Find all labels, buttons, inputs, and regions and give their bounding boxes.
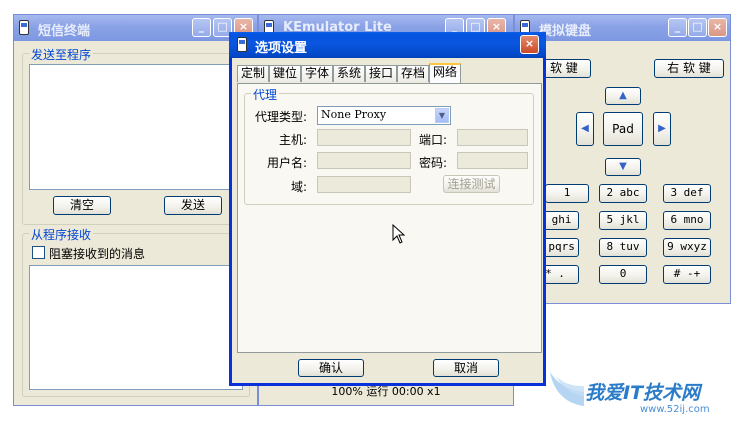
key-hash[interactable]: # -+: [663, 265, 711, 284]
network-panel: 代理 代理类型: None Proxy ▼ 主机: 端口: 用户名: 密码: 域…: [237, 83, 542, 353]
dpad-down-icon[interactable]: ▼: [605, 158, 641, 176]
sms-window-title: 短信终端: [38, 24, 91, 39]
sms-titlebar[interactable]: 短信终端 _ □ ×: [14, 15, 257, 41]
key-6[interactable]: 6 mno: [663, 211, 711, 230]
keyboard-window-title: 模拟键盘: [539, 24, 592, 39]
proxy-group-label: 代理: [251, 86, 280, 103]
key-2[interactable]: 2 abc: [599, 184, 647, 203]
keyboard-minimize-icon[interactable]: _: [668, 18, 687, 37]
proxy-type-select[interactable]: None Proxy ▼: [317, 106, 451, 125]
dpad-up-icon[interactable]: ▲: [605, 87, 641, 105]
send-button[interactable]: 发送: [164, 196, 222, 215]
dpad-center-button[interactable]: Pad: [603, 112, 643, 146]
username-label: 用户名:: [267, 156, 308, 170]
host-label: 主机:: [279, 133, 308, 147]
tab-interface[interactable]: 接口: [365, 65, 397, 82]
receive-textarea: [29, 265, 243, 390]
test-connection-button[interactable]: 连接测试: [443, 175, 500, 193]
tab-font[interactable]: 字体: [301, 65, 333, 82]
mouse-cursor-icon: [392, 224, 406, 244]
proxy-type-value: None Proxy: [321, 108, 387, 121]
host-input[interactable]: [317, 129, 411, 146]
right-soft-key[interactable]: 右 软 键: [654, 59, 724, 78]
username-input[interactable]: [317, 152, 411, 169]
watermark-url: www.52ij.com: [640, 404, 710, 415]
minimize-icon[interactable]: _: [192, 18, 211, 37]
watermark-wing-icon: [550, 372, 584, 406]
tab-network[interactable]: 网络: [429, 63, 461, 83]
password-input[interactable]: [457, 152, 528, 169]
keyboard-close-icon[interactable]: ×: [708, 18, 727, 37]
port-input[interactable]: [457, 129, 528, 146]
key-8[interactable]: 8 tuv: [599, 238, 647, 257]
proxy-group: 代理 代理类型: None Proxy ▼ 主机: 端口: 用户名: 密码: 域…: [244, 86, 534, 205]
phone-icon: [19, 20, 29, 35]
keyboard-titlebar[interactable]: 模拟键盘 _ □ ×: [515, 15, 730, 41]
options-close-icon[interactable]: ×: [520, 35, 539, 54]
domain-input[interactable]: [317, 176, 411, 193]
options-dialog-title: 选项设置: [255, 41, 308, 56]
port-label: 端口:: [419, 133, 448, 147]
send-textarea[interactable]: [29, 64, 243, 190]
keyboard-window: 模拟键盘 _ □ × 左 软 键 右 软 键 ▲ ◀ Pad ▶ ▼ 1 2 a…: [514, 14, 731, 304]
dpad-right-icon[interactable]: ▶: [653, 112, 671, 146]
receive-group: 从程序接收 阻塞接收到的消息: [22, 226, 250, 397]
domain-label: 域:: [291, 180, 308, 194]
key-5[interactable]: 5 jkl: [599, 211, 647, 230]
password-label: 密码:: [419, 156, 448, 170]
ok-button[interactable]: 确认: [298, 359, 364, 377]
tab-system[interactable]: 系统: [333, 65, 365, 82]
send-group-label: 发送至程序: [29, 46, 94, 63]
sms-terminal-window: 短信终端 _ □ × 发送至程序 清空 发送 从程序接收 阻塞接收到的消息: [13, 14, 258, 406]
options-phone-icon: [237, 37, 247, 52]
cancel-button[interactable]: 取消: [433, 359, 499, 377]
tab-keymap[interactable]: 键位: [269, 65, 301, 82]
keyboard-maximize-icon[interactable]: □: [688, 18, 707, 37]
key-0[interactable]: 0: [599, 265, 647, 284]
clear-button[interactable]: 清空: [53, 196, 111, 215]
send-group: 发送至程序 清空 发送: [22, 46, 250, 225]
key-3[interactable]: 3 def: [663, 184, 711, 203]
options-dialog: 选项设置 × 定制 键位 字体 系统 接口 存档 网络 代理 代理类型: Non…: [229, 32, 546, 386]
receive-group-label: 从程序接收: [29, 226, 94, 243]
tab-custom[interactable]: 定制: [237, 65, 269, 82]
key-9[interactable]: 9 wxyz: [663, 238, 711, 257]
dpad-left-icon[interactable]: ◀: [576, 112, 594, 146]
block-messages-label: 阻塞接收到的消息: [49, 247, 146, 261]
watermark-site-name: 我爱IT技术网: [585, 382, 701, 404]
proxy-type-label: 代理类型:: [255, 110, 308, 124]
key-1[interactable]: 1: [545, 184, 589, 203]
options-titlebar[interactable]: 选项设置 ×: [229, 32, 546, 58]
dropdown-arrow-icon[interactable]: ▼: [435, 108, 449, 123]
block-messages-checkbox[interactable]: [32, 246, 45, 259]
tab-savedata[interactable]: 存档: [397, 65, 429, 82]
